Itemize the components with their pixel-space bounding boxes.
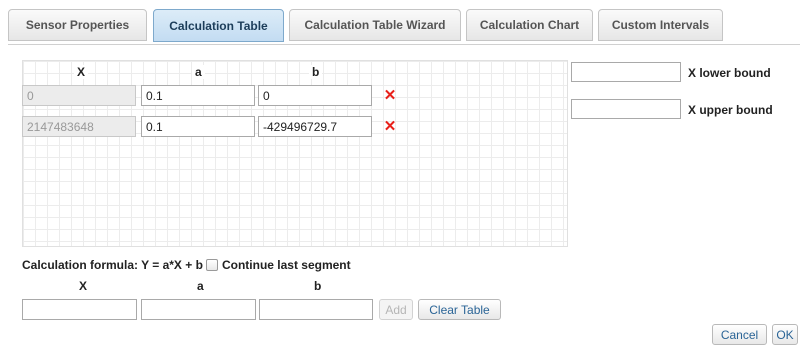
ok-button[interactable]: OK <box>772 324 798 345</box>
table-row-1-x-input <box>22 85 136 106</box>
x-lower-bound-input[interactable] <box>571 62 681 82</box>
continue-last-segment-checkbox[interactable] <box>205 259 218 271</box>
x-upper-bound-input[interactable] <box>571 99 681 119</box>
new-row-header-a: a <box>194 279 207 293</box>
new-row-b-input[interactable] <box>259 299 373 320</box>
tab-calculation-table[interactable]: Calculation Table <box>153 9 284 42</box>
x-lower-bound-label: X lower bound <box>688 66 771 80</box>
column-header-x: X <box>74 65 89 79</box>
new-row-a-input[interactable] <box>141 299 256 320</box>
table-row-1-a-input[interactable] <box>141 85 255 106</box>
cancel-button[interactable]: Cancel <box>712 324 767 345</box>
new-row-header-x: X <box>76 279 91 293</box>
column-header-a: a <box>192 65 205 79</box>
table-row-2-b-input[interactable] <box>258 116 372 137</box>
x-upper-bound-label: X upper bound <box>688 103 773 117</box>
calculation-formula-text: Calculation formula: Y = a*X + b <box>22 258 203 272</box>
column-header-b: b <box>309 65 323 79</box>
tab-custom-intervals[interactable]: Custom Intervals <box>598 9 723 41</box>
tab-sensor-properties[interactable]: Sensor Properties <box>8 9 147 41</box>
calculation-formula-line: Calculation formula: Y = a*X + b Continu… <box>22 258 351 272</box>
delete-x-icon[interactable]: ✕ <box>383 119 397 134</box>
delete-x-icon[interactable]: ✕ <box>383 88 397 103</box>
clear-table-button[interactable]: Clear Table <box>418 299 501 320</box>
table-row-2-a-input[interactable] <box>141 116 255 137</box>
tab-divider <box>8 44 800 45</box>
tab-calculation-table-wizard[interactable]: Calculation Table Wizard <box>289 9 461 41</box>
add-button[interactable]: Add <box>379 299 413 320</box>
continue-last-segment-label: Continue last segment <box>221 258 351 272</box>
new-row-x-input[interactable] <box>22 299 137 320</box>
new-row-header-b: b <box>311 279 325 293</box>
table-row-1-b-input[interactable] <box>258 85 372 106</box>
tab-calculation-chart[interactable]: Calculation Chart <box>466 9 593 41</box>
table-row-2-x-input <box>22 116 136 137</box>
